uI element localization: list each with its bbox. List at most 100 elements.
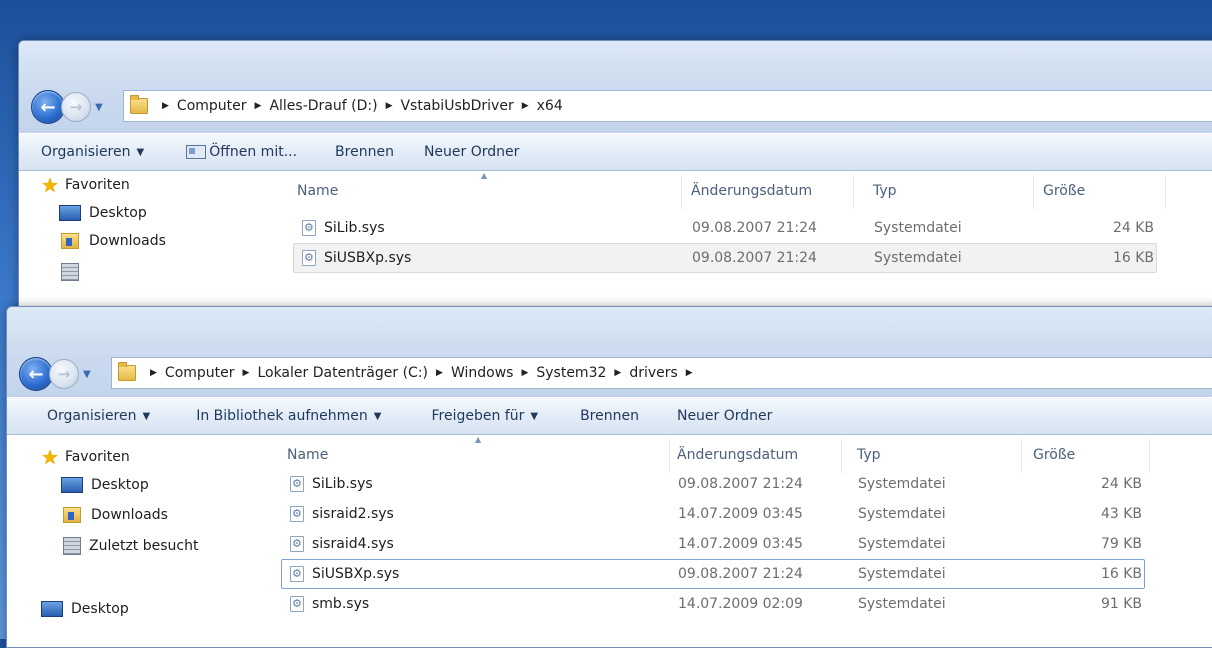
breadcrumb-system32[interactable]: System32 bbox=[536, 365, 606, 381]
column-date[interactable]: Änderungsdatum bbox=[691, 183, 812, 199]
column-divider[interactable] bbox=[681, 175, 682, 209]
file-row[interactable]: sisraid4.sys 14.07.2009 03:45 Systemdate… bbox=[281, 529, 1145, 559]
organize-label: Organisieren bbox=[47, 408, 137, 424]
chevron-down-icon: ▼ bbox=[530, 410, 539, 422]
file-name: SiUSBXp.sys bbox=[324, 250, 412, 266]
column-divider[interactable] bbox=[1165, 175, 1166, 209]
file-name: smb.sys bbox=[312, 596, 370, 612]
file-type: Systemdatei bbox=[874, 220, 962, 236]
breadcrumb-drivers[interactable]: drivers bbox=[629, 365, 677, 381]
nav-desktop-root-label: Desktop bbox=[71, 601, 129, 617]
back-button[interactable]: ← bbox=[31, 90, 65, 124]
nav-downloads-label: Downloads bbox=[91, 507, 168, 523]
file-row-selected[interactable]: SiUSBXp.sys 09.08.2007 21:24 Systemdatei… bbox=[293, 243, 1157, 273]
include-library-label: In Bibliothek aufnehmen bbox=[196, 408, 368, 424]
address-bar[interactable]: ▶ Computer ▶ Alles-Drauf (D:) ▶ VstabiUs… bbox=[123, 90, 1212, 122]
nav-recent[interactable]: Zuletzt besucht bbox=[63, 537, 198, 555]
column-divider[interactable] bbox=[1033, 175, 1034, 209]
triangle-right-icon[interactable]: ▶ bbox=[436, 368, 443, 378]
file-list: Name ▲ Änderungsdatum Typ Größe SiLib.sy… bbox=[277, 433, 1212, 647]
triangle-right-icon[interactable]: ▶ bbox=[614, 368, 621, 378]
breadcrumb-folder[interactable]: VstabiUsbDriver bbox=[400, 98, 513, 114]
navigation-buttons: ← → ▼ bbox=[19, 357, 91, 391]
nav-desktop[interactable]: Desktop bbox=[59, 205, 147, 221]
new-folder-button[interactable]: Neuer Ordner bbox=[416, 140, 527, 164]
breadcrumb-drive[interactable]: Alles-Drauf (D:) bbox=[269, 98, 377, 114]
recent-pages-dropdown[interactable]: ▼ bbox=[95, 102, 103, 113]
back-button[interactable]: ← bbox=[19, 357, 53, 391]
column-name[interactable]: Name bbox=[297, 183, 338, 199]
file-row-selected[interactable]: SiUSBXp.sys 09.08.2007 21:24 Systemdatei… bbox=[281, 559, 1145, 589]
file-size: 24 KB bbox=[1112, 220, 1154, 236]
triangle-right-icon[interactable]: ▶ bbox=[522, 101, 529, 111]
triangle-right-icon[interactable]: ▶ bbox=[255, 101, 262, 111]
column-type[interactable]: Typ bbox=[857, 447, 881, 463]
share-label: Freigeben für bbox=[431, 408, 525, 424]
nav-favorites-label: Favoriten bbox=[64, 449, 130, 465]
nav-desktop-root[interactable]: Desktop bbox=[41, 601, 129, 617]
breadcrumb-computer[interactable]: Computer bbox=[177, 98, 247, 114]
burn-button[interactable]: Brennen bbox=[327, 140, 402, 164]
nav-downloads[interactable]: Downloads bbox=[61, 233, 166, 249]
organize-button[interactable]: Organisieren ▼ bbox=[39, 404, 158, 428]
file-row[interactable]: SiLib.sys 09.08.2007 21:24 Systemdatei 2… bbox=[293, 213, 1157, 243]
triangle-right-icon[interactable]: ▶ bbox=[162, 101, 169, 111]
file-type: Systemdatei bbox=[858, 506, 946, 522]
column-divider[interactable] bbox=[853, 175, 854, 209]
triangle-right-icon[interactable]: ▶ bbox=[521, 368, 528, 378]
file-row[interactable]: SiLib.sys 09.08.2007 21:24 Systemdatei 2… bbox=[281, 469, 1145, 499]
new-folder-button[interactable]: Neuer Ordner bbox=[669, 404, 780, 428]
recent-pages-dropdown[interactable]: ▼ bbox=[83, 369, 91, 380]
triangle-right-icon[interactable]: ▶ bbox=[150, 368, 157, 378]
breadcrumb-drive[interactable]: Lokaler Datenträger (C:) bbox=[257, 365, 428, 381]
navigation-pane: ★ Favoriten Desktop Downloads Zuletzt be… bbox=[7, 433, 267, 647]
column-header: Name ▲ Änderungsdatum Typ Größe bbox=[289, 169, 1212, 209]
column-divider[interactable] bbox=[1149, 439, 1150, 473]
recent-places-icon bbox=[63, 537, 81, 555]
column-name[interactable]: Name bbox=[287, 447, 328, 463]
file-size: 91 KB bbox=[1100, 596, 1142, 612]
column-size[interactable]: Größe bbox=[1033, 447, 1075, 463]
breadcrumb-computer[interactable]: Computer bbox=[165, 365, 235, 381]
address-bar[interactable]: ▶ Computer ▶ Lokaler Datenträger (C:) ▶ … bbox=[111, 357, 1212, 389]
column-divider[interactable] bbox=[841, 439, 842, 473]
column-type[interactable]: Typ bbox=[873, 183, 897, 199]
file-size: 43 KB bbox=[1100, 506, 1142, 522]
forward-button[interactable]: → bbox=[49, 359, 79, 389]
navigation-buttons: ← → ▼ bbox=[31, 90, 103, 124]
triangle-right-icon[interactable]: ▶ bbox=[386, 101, 393, 111]
nav-recent-partial[interactable] bbox=[61, 263, 87, 281]
recent-places-icon bbox=[61, 263, 79, 281]
breadcrumb-subfolder[interactable]: x64 bbox=[537, 98, 563, 114]
burn-button[interactable]: Brennen bbox=[572, 404, 647, 428]
explorer-window-drivers: ← → ▼ ▶ Computer ▶ Lokaler Datenträger (… bbox=[6, 306, 1212, 648]
file-name: SiUSBXp.sys bbox=[312, 566, 400, 582]
downloads-icon bbox=[61, 233, 79, 249]
column-divider[interactable] bbox=[669, 439, 670, 473]
column-size[interactable]: Größe bbox=[1043, 183, 1085, 199]
column-date[interactable]: Änderungsdatum bbox=[677, 447, 798, 463]
open-with-button[interactable]: Öffnen mit... bbox=[178, 140, 305, 164]
nav-favorites[interactable]: ★ Favoriten bbox=[41, 445, 130, 469]
organize-button[interactable]: Organisieren ▼ bbox=[33, 140, 152, 164]
column-divider[interactable] bbox=[1021, 439, 1022, 473]
file-date: 09.08.2007 21:24 bbox=[678, 476, 803, 492]
chevron-down-icon: ▼ bbox=[136, 146, 145, 158]
back-arrow-icon: ← bbox=[28, 363, 44, 385]
triangle-right-icon[interactable]: ▶ bbox=[686, 368, 693, 378]
nav-favorites[interactable]: ★ Favoriten bbox=[41, 173, 130, 197]
file-row[interactable]: sisraid2.sys 14.07.2009 03:45 Systemdate… bbox=[281, 499, 1145, 529]
system-file-icon bbox=[290, 566, 304, 582]
triangle-right-icon[interactable]: ▶ bbox=[243, 368, 250, 378]
forward-button[interactable]: → bbox=[61, 92, 91, 122]
file-row[interactable]: smb.sys 14.07.2009 02:09 Systemdatei 91 … bbox=[281, 589, 1145, 619]
nav-desktop-label: Desktop bbox=[89, 205, 147, 221]
nav-downloads[interactable]: Downloads bbox=[63, 507, 168, 523]
nav-desktop[interactable]: Desktop bbox=[61, 477, 149, 493]
breadcrumb-windows[interactable]: Windows bbox=[451, 365, 514, 381]
command-bar: Organisieren ▼ In Bibliothek aufnehmen ▼… bbox=[7, 397, 1212, 435]
share-button[interactable]: Freigeben für ▼ bbox=[423, 404, 546, 428]
file-type: Systemdatei bbox=[858, 566, 946, 582]
system-file-icon bbox=[302, 220, 316, 236]
include-library-button[interactable]: In Bibliothek aufnehmen ▼ bbox=[188, 404, 389, 428]
